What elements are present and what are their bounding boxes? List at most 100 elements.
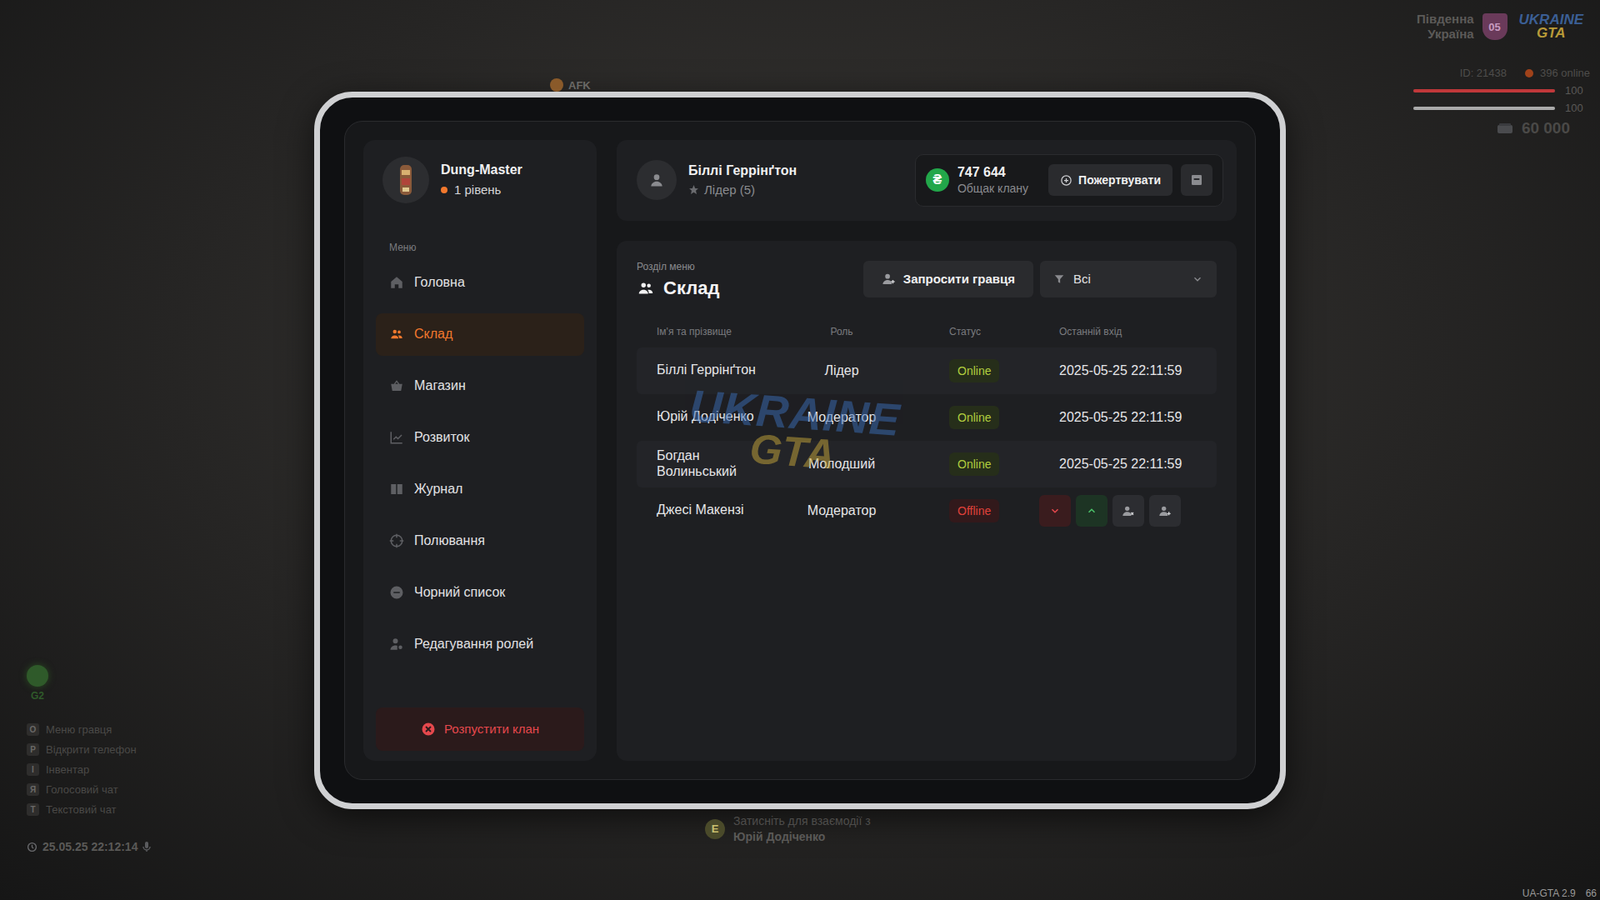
role-filter[interactable]: Всі xyxy=(1040,260,1217,298)
armor-fill xyxy=(1413,106,1555,110)
column-header: Статус xyxy=(892,325,1060,338)
menu-item-icon xyxy=(389,636,405,652)
profile-name: Dung-Master xyxy=(440,162,523,178)
sidebar-item-label: Розвиток xyxy=(414,430,470,445)
sidebar: Dung-Master1 рівеньМенюГоловнаСкладМагаз… xyxy=(363,140,597,761)
money-amount: 60 000 xyxy=(1521,119,1570,138)
donate-button[interactable]: Пожертвувати xyxy=(1048,164,1173,196)
region-name: ПівденнаУкраїна xyxy=(1416,11,1475,42)
table-row[interactable]: Богдан ВолиньськийМолодшийOnline2025-05-… xyxy=(636,440,1217,488)
user-icon xyxy=(636,160,677,200)
last-login: 2025-05-25 22:11:59 xyxy=(1059,456,1182,471)
menu-item-icon xyxy=(389,378,405,394)
demote-button[interactable] xyxy=(1039,495,1071,527)
sidebar-item[interactable]: Магазин xyxy=(375,365,585,408)
filter-value: Всі xyxy=(1073,271,1184,286)
promote-button[interactable] xyxy=(1075,495,1108,527)
sidebar-item-label: Головна xyxy=(414,275,465,290)
tablet: Dung-Master1 рівеньМенюГоловнаСкладМагаз… xyxy=(314,91,1286,810)
sidebar-item[interactable]: Розвиток xyxy=(375,416,585,460)
health-track xyxy=(1413,89,1555,93)
menu-item-icon xyxy=(389,481,405,497)
watermark-word: GTA xyxy=(748,430,836,474)
menu-item-icon xyxy=(389,275,405,290)
hotkey-label: Текстовий чат xyxy=(45,803,117,816)
safe-icon xyxy=(1190,173,1204,187)
leader-name: Біллі Геррінґтон xyxy=(688,163,797,179)
watermark-word: UKRAINE xyxy=(688,385,902,440)
disband-button[interactable]: Розпустити клан xyxy=(375,707,585,751)
menu-item-icon xyxy=(389,326,405,342)
table-row[interactable]: Джесі МакензіМодераторOffline xyxy=(636,487,1217,535)
interaction-prompt: EЗатисніть для взаємодії зЮрій Додіченко xyxy=(705,813,871,845)
hotkey-list: OМеню гравцяPВідкрити телефонIІнвентарЯГ… xyxy=(26,723,151,854)
profile-info: Dung-Master 1 рівень xyxy=(440,162,523,197)
hotkey: IІнвентар xyxy=(26,763,151,776)
close-circle-icon xyxy=(420,721,436,737)
table-row[interactable]: Біллі ГеррінґтонЛідерOnline2025-05-25 22… xyxy=(636,347,1217,395)
safe-button[interactable] xyxy=(1180,164,1213,196)
interaction-hint: Затисніть для взаємодії з xyxy=(733,813,871,830)
column-header: Роль xyxy=(790,325,893,338)
sidebar-item[interactable]: Журнал xyxy=(375,468,585,511)
id-line: ID: 21438396 online xyxy=(1460,66,1590,80)
member-role: Модератор xyxy=(790,410,893,425)
sidebar-item-label: Редагування ролей xyxy=(414,636,534,652)
afk-indicator: AFK xyxy=(550,78,591,92)
game-screen: AFKПівденнаУкраїна05UKRAINEGTAID: 214383… xyxy=(0,0,1600,900)
sidebar-item[interactable]: Склад xyxy=(375,313,585,356)
table-header: Ім'я та прізвищеРольСтатусОстанній вхід xyxy=(636,315,1217,348)
status-badge: Online xyxy=(949,405,1000,430)
menu: Головна Склад Магазин Розвиток Журнал Полюван… xyxy=(375,261,585,666)
region-line: Південна xyxy=(1416,11,1475,27)
profile: Dung-Master 1 рівень xyxy=(375,156,585,204)
donate-label: Пожертвувати xyxy=(1078,173,1161,187)
main-area: Біллі Геррінґтон Лідер (5)₴747 644Общак … xyxy=(616,140,1237,761)
user-remove-icon xyxy=(1121,504,1135,518)
member-role: Модератор xyxy=(790,503,893,519)
section-title-text: Склад xyxy=(663,277,720,300)
profile-level: 1 рівень xyxy=(440,182,523,197)
assign-button[interactable] xyxy=(1149,495,1181,527)
region-badge: 05 xyxy=(1482,13,1508,40)
member-name: Біллі Геррінґтон xyxy=(656,362,778,378)
member-role: Лідер xyxy=(790,363,893,379)
sidebar-item[interactable]: Чорний список xyxy=(375,571,585,615)
panel-actions: Запросити гравця Всі xyxy=(863,260,1217,298)
logo-word: GTA xyxy=(1536,26,1566,40)
sidebar-item-label: Чорний список xyxy=(414,585,505,600)
invite-button[interactable]: Запросити гравця xyxy=(863,260,1034,298)
table-row[interactable]: Юрій Додіченко Модератор Online 2025-05-25 … xyxy=(636,394,1217,441)
member-name: Юрій Додіченко xyxy=(656,409,778,425)
treasury: ₴747 644Общак клануПожертвувати xyxy=(915,154,1224,207)
online-icon xyxy=(1525,69,1534,78)
status-cell: Offline xyxy=(892,499,1060,523)
column-header: Останній вхід xyxy=(1059,325,1217,338)
section-title: Розділ менюСклад xyxy=(636,260,720,300)
kick-button[interactable] xyxy=(1112,495,1145,527)
plus-circle-icon xyxy=(1060,174,1073,187)
sidebar-item[interactable]: Головна xyxy=(375,261,585,305)
hotkey-key: Я xyxy=(26,783,40,796)
members-table: Ім'я та прізвищеРольСтатусОстанній вхід Б… xyxy=(636,315,1217,535)
section-heading: Склад xyxy=(636,277,720,300)
menu-item-icon xyxy=(389,585,405,600)
sidebar-item[interactable]: Редагування ролей xyxy=(375,623,585,666)
menu-item-icon xyxy=(389,430,405,445)
server-logo: UKRAINEGTA xyxy=(1515,11,1587,42)
level-icon xyxy=(440,186,448,194)
datetime-text: 25.05.25 22:12:14 xyxy=(42,840,138,854)
last-login-cell: 2025-05-25 22:11:59 xyxy=(1059,410,1217,425)
status-badge: Online xyxy=(949,359,1000,383)
armor-bar: 100 xyxy=(1413,101,1590,115)
last-login-cell xyxy=(1059,495,1217,527)
sidebar-item[interactable]: Полювання xyxy=(375,520,585,563)
tablet-screen: Dung-Master1 рівеньМенюГоловнаСкладМагаз… xyxy=(344,120,1256,780)
user-plus-icon xyxy=(881,271,896,286)
player-stats: ID: 21438396 online10010060 000 xyxy=(1365,66,1590,138)
status-badge: Offline xyxy=(949,499,1000,523)
hotkey: ЯГолосовий чат xyxy=(26,783,151,796)
afk-label: AFK xyxy=(568,79,591,92)
member-role: Молодший xyxy=(790,456,893,472)
sidebar-item-label: Журнал xyxy=(414,481,463,497)
